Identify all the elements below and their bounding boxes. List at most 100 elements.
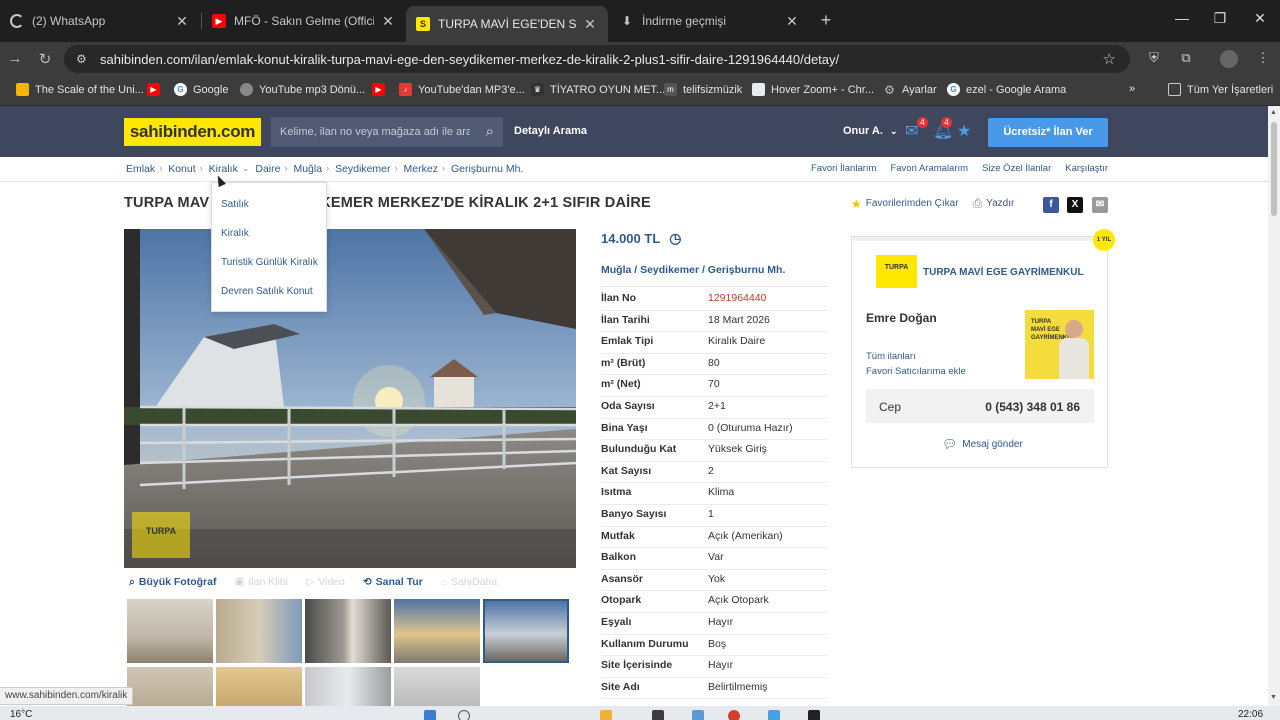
phone-number[interactable]: 0 (543) 348 01 86: [985, 400, 1080, 414]
bookmark-item[interactable]: ▶: [372, 83, 391, 96]
breadcrumb-item[interactable]: Gerişburnu Mh.: [451, 163, 523, 175]
all-bookmarks[interactable]: Tüm Yer İşaretleri: [1168, 83, 1273, 96]
app-icon[interactable]: [692, 710, 704, 720]
breadcrumb-item[interactable]: Muğla: [293, 163, 322, 175]
app-icon[interactable]: [808, 710, 820, 720]
new-tab-button[interactable]: +: [816, 10, 836, 31]
app-icon[interactable]: [768, 710, 780, 720]
main-photo[interactable]: [124, 229, 576, 568]
site-logo[interactable]: sahibinden.com: [124, 118, 261, 146]
breadcrumb-item[interactable]: Seydikemer: [335, 163, 390, 175]
bookmark-item[interactable]: The Scale of the Uni...: [16, 83, 144, 96]
file-explorer-icon[interactable]: [600, 710, 612, 720]
detail-key: Eşyalı: [601, 616, 632, 628]
close-window-icon[interactable]: ✕: [1250, 10, 1270, 27]
bookmark-item[interactable]: ♪ YouTube'dan MP3'e...: [399, 83, 525, 96]
dropdown-item-turistik[interactable]: Turistik Günlük Kiralık: [221, 257, 318, 268]
thumbnail[interactable]: [305, 599, 391, 663]
tab-youtube[interactable]: ▶ MFÖ - Sakın Gelme (Official Vid ✕: [202, 6, 406, 36]
price-history-icon[interactable]: ◷: [669, 230, 681, 247]
email-share-icon[interactable]: ✉: [1092, 197, 1108, 213]
search-icon[interactable]: [458, 710, 470, 720]
remove-favorite-button[interactable]: ★ Favorilerimden Çıkar: [851, 197, 959, 211]
add-favorite-seller-link[interactable]: Favori Satıcılarıma ekle: [866, 366, 966, 377]
breadcrumb-item[interactable]: Daire: [255, 163, 280, 175]
bookmark-item[interactable]: ▶: [147, 83, 166, 96]
tab-sahibinden[interactable]: S TURPA MAVİ EGE'DEN SEYDİKE ✕: [406, 6, 608, 42]
thumbnail[interactable]: [394, 599, 480, 663]
bookmark-item[interactable]: Gezel - Google Arama: [947, 83, 1066, 96]
thumbnail[interactable]: [216, 599, 302, 663]
scroll-down-icon[interactable]: ▼: [1270, 694, 1277, 701]
bookmark-item[interactable]: m telifsizmüzik: [664, 83, 742, 96]
dropdown-item-devren[interactable]: Devren Satılık Konut: [221, 286, 313, 297]
bookmark-item[interactable]: ♛ TİYATRO OYUN MET...: [531, 83, 665, 96]
clock[interactable]: 22:06: [1238, 709, 1263, 720]
bookmark-item[interactable]: YouTube mp3 Dönü...: [240, 83, 365, 96]
video-button[interactable]: ▷ Video: [306, 576, 345, 588]
facebook-share-icon[interactable]: f: [1043, 197, 1059, 213]
browser-tab-bar: (2) WhatsApp ✕ ▶ MFÖ - Sakın Gelme (Offi…: [0, 0, 1280, 42]
x-share-icon[interactable]: X: [1067, 197, 1083, 213]
post-ad-button[interactable]: Ücretsiz* İlan Ver: [988, 118, 1108, 147]
bookmark-item[interactable]: ⚙ Ayarlar: [883, 83, 937, 97]
close-icon[interactable]: ✕: [380, 13, 396, 30]
menu-kebab-icon[interactable]: ⋮: [1254, 50, 1272, 68]
virtual-tour-button[interactable]: ⟲ Sanal Tur: [363, 576, 423, 588]
page-scrollbar[interactable]: ▲ ▼: [1268, 106, 1280, 706]
extensions-icon[interactable]: ⧉: [1177, 50, 1195, 68]
breadcrumb-item-kiralik[interactable]: Kiralık: [209, 163, 238, 175]
scroll-thumb[interactable]: [1271, 122, 1277, 216]
favorite-listings-link[interactable]: Favori İlanlarım: [811, 163, 876, 174]
close-icon[interactable]: ✕: [582, 16, 598, 33]
forward-icon[interactable]: →: [6, 50, 24, 67]
close-icon[interactable]: ✕: [174, 13, 190, 30]
scroll-up-icon[interactable]: ▲: [1270, 109, 1277, 116]
listing-clip-button[interactable]: ▣ Ilan Klibi: [234, 576, 288, 588]
task-view-icon[interactable]: [652, 710, 664, 720]
large-photo-button[interactable]: ⌕ Büyük Fotoğraf: [129, 576, 216, 589]
search-icon[interactable]: ⌕: [486, 123, 494, 140]
location-links[interactable]: Muğla / Seydikemer / Gerişburnu Mh.: [601, 264, 785, 276]
chrome-icon[interactable]: [728, 710, 740, 720]
dropdown-item-kiralik[interactable]: Kiralık: [221, 228, 249, 239]
favorites-star-icon[interactable]: ★: [957, 121, 971, 141]
all-listings-link[interactable]: Tüm ilanları: [866, 351, 916, 362]
search-input[interactable]: [280, 126, 470, 138]
profile-avatar-icon[interactable]: [1220, 50, 1238, 68]
site-info-icon[interactable]: ⚙: [76, 52, 90, 66]
breadcrumb-item[interactable]: Konut: [168, 163, 195, 175]
dropdown-item-satilik[interactable]: Satılık: [221, 199, 249, 210]
weather-temperature[interactable]: 16°C: [10, 709, 32, 720]
bookmarks-overflow-icon[interactable]: »: [1129, 83, 1135, 95]
bookmark-item[interactable]: G Google: [174, 83, 228, 96]
detail-key: İlan Tarihi: [601, 313, 650, 326]
notifications-badge: 4: [941, 117, 952, 128]
omnibox[interactable]: ⚙ sahibinden.com/ilan/emlak-konut-kirali…: [64, 45, 1130, 73]
print-button[interactable]: ⎙ Yazdır: [973, 196, 1015, 211]
store-logo[interactable]: TURPA: [876, 255, 917, 288]
restore-icon[interactable]: ❐: [1210, 10, 1230, 27]
detailed-search-link[interactable]: Detaylı Arama: [514, 125, 587, 137]
shield-extension-icon[interactable]: ⛨: [1145, 50, 1163, 68]
tab-downloads[interactable]: ⬇ İndirme geçmişi ✕: [610, 6, 810, 36]
thumbnail-selected[interactable]: [483, 599, 569, 663]
bookmark-star-icon[interactable]: ☆: [1103, 50, 1116, 68]
windows-start-icon[interactable]: [424, 710, 436, 720]
close-icon[interactable]: ✕: [784, 13, 800, 30]
breadcrumb-item[interactable]: Emlak: [126, 163, 155, 175]
bookmark-item[interactable]: Hover Zoom+ - Chr...: [752, 83, 874, 96]
minimize-icon[interactable]: —: [1172, 10, 1192, 26]
thumbnail[interactable]: [127, 599, 213, 663]
reload-icon[interactable]: ↻: [36, 50, 54, 68]
breadcrumb-item[interactable]: Merkez: [404, 163, 438, 175]
category-dropdown: Satılık Kiralık Turistik Günlük Kiralık …: [211, 182, 327, 312]
user-menu[interactable]: Onur A. ⌄: [843, 125, 898, 137]
favorite-searches-link[interactable]: Favori Aramalarım: [890, 163, 968, 174]
store-name[interactable]: TURPA MAVİ EGE GAYRİMENKUL: [923, 267, 1084, 278]
personalized-listings-link[interactable]: Size Özel İlanlar: [982, 163, 1051, 174]
sahidaha-button[interactable]: ⌂ SahiDaha: [441, 576, 497, 588]
compare-link[interactable]: Karşılaştır: [1065, 163, 1108, 174]
tab-whatsapp[interactable]: (2) WhatsApp ✕: [0, 6, 200, 36]
send-message-button[interactable]: 💬︎ Mesaj gönder: [942, 437, 1023, 451]
